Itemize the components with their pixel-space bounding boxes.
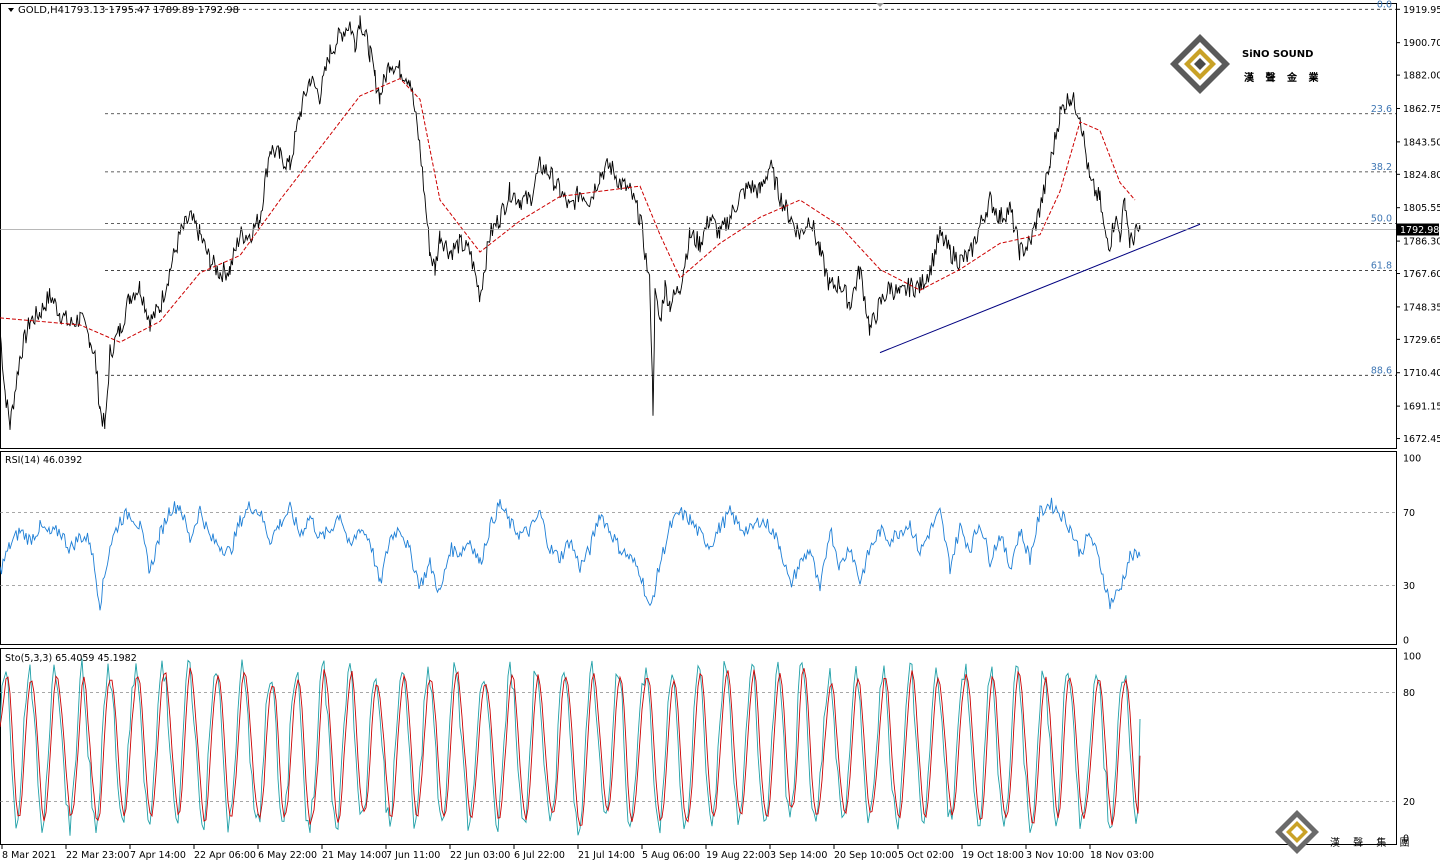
time-tick-label: 3 Sep 14:00 bbox=[770, 850, 827, 861]
fib-level-label: 50.0 bbox=[1371, 213, 1392, 224]
time-tick-label: 21 Jul 14:00 bbox=[578, 850, 635, 861]
watermark-text: 漢 聲 集 團 bbox=[1330, 836, 1415, 849]
stochastic-tick-label: 80 bbox=[1403, 688, 1415, 699]
time-tick-label: 7 Jun 11:00 bbox=[386, 850, 440, 861]
price-tick-label: 1710.40 bbox=[1403, 368, 1440, 379]
ohlc-label: 1793.13 1795.47 1789.89 1792.98 bbox=[64, 5, 239, 16]
stochastic-tick-label: 100 bbox=[1403, 652, 1421, 663]
price-tick-label: 1843.50 bbox=[1403, 137, 1440, 148]
fib-level-label: 0.0 bbox=[1377, 0, 1392, 10]
time-tick-label: 5 Oct 02:00 bbox=[898, 850, 954, 861]
time-tick-label: 3 Nov 10:00 bbox=[1026, 850, 1084, 861]
chart-window: 0.0 23.6 38.2 50.0 61.8 88.6 1919.95 1900.70 18… bbox=[0, 0, 1440, 862]
trendline[interactable] bbox=[879, 223, 1201, 354]
brand-name: SiNO SOUND bbox=[1242, 49, 1313, 60]
stochastic-tick-label: 20 bbox=[1403, 797, 1415, 808]
price-tick-label: 1862.75 bbox=[1403, 104, 1440, 115]
price-tick-label: 1729.65 bbox=[1403, 335, 1440, 346]
last-price-label: 1792.98 bbox=[1400, 225, 1439, 236]
time-tick-label: 6 May 22:00 bbox=[258, 850, 317, 861]
fib-level-label: 38.2 bbox=[1371, 162, 1392, 173]
time-tick-label: 22 Mar 23:00 bbox=[66, 850, 129, 861]
rsi-panel[interactable] bbox=[0, 451, 1397, 645]
time-tick-label: 21 May 14:00 bbox=[322, 850, 387, 861]
stochastic-panel[interactable] bbox=[0, 648, 1397, 845]
moving-average-line[interactable] bbox=[0, 78, 1136, 343]
price-tick-label: 1824.80 bbox=[1403, 170, 1440, 181]
price-tick-label: 1919.95 bbox=[1403, 5, 1440, 16]
price-tick-label: 1672.45 bbox=[1403, 434, 1440, 445]
time-tick-label: 19 Aug 22:00 bbox=[706, 850, 770, 861]
price-series-line[interactable] bbox=[0, 15, 1141, 430]
time-tick-label: 7 Apr 14:00 bbox=[130, 850, 186, 861]
rsi-tick-label: 70 bbox=[1403, 508, 1415, 519]
time-tick-label: 8 Mar 2021 bbox=[2, 850, 56, 861]
chart-header: GOLD,H4 1793.13 1795.47 1789.89 1792.98 bbox=[8, 3, 884, 16]
stochastic-k-line[interactable] bbox=[0, 658, 1141, 836]
time-tick-label: 5 Aug 06:00 bbox=[642, 850, 700, 861]
rsi-line[interactable] bbox=[0, 497, 1141, 611]
time-tick-label: 6 Jul 22:00 bbox=[514, 850, 565, 861]
time-tick-label: 20 Sep 10:00 bbox=[834, 850, 897, 861]
time-tick-label: 19 Oct 18:00 bbox=[962, 850, 1024, 861]
fib-level-label: 61.8 bbox=[1371, 261, 1392, 272]
fib-level-label: 88.6 bbox=[1371, 365, 1392, 376]
fib-level-label: 23.6 bbox=[1371, 104, 1392, 115]
price-tick-label: 1882.00 bbox=[1403, 71, 1440, 82]
chart-canvas[interactable]: 0.0 23.6 38.2 50.0 61.8 88.6 1919.95 1900.70 18… bbox=[0, 0, 1440, 862]
rsi-tick-label: 100 bbox=[1403, 454, 1421, 465]
price-tick-label: 1900.70 bbox=[1403, 38, 1440, 49]
price-tick-label: 1691.15 bbox=[1403, 402, 1440, 413]
stochastic-title: Sto(5,3,3) 65.4059 45.1982 bbox=[5, 653, 137, 664]
shift-marker-icon[interactable] bbox=[876, 3, 884, 7]
symbol-label: GOLD,H4 bbox=[18, 5, 64, 16]
rsi-tick-label: 30 bbox=[1403, 581, 1415, 592]
rsi-tick-label: 0 bbox=[1403, 636, 1409, 647]
brand-logo bbox=[1170, 34, 1230, 94]
time-tick-label: 22 Jun 03:00 bbox=[450, 850, 510, 861]
brand-name-cn: 漢 聲 金 業 bbox=[1244, 71, 1322, 84]
price-tick-label: 1805.55 bbox=[1403, 203, 1440, 214]
price-tick-label: 1748.35 bbox=[1403, 302, 1440, 313]
symbol-dropdown-icon[interactable] bbox=[8, 8, 14, 12]
rsi-title: RSI(14) 46.0392 bbox=[5, 455, 82, 466]
price-tick-label: 1786.30 bbox=[1403, 237, 1440, 248]
watermark-logo bbox=[1275, 810, 1319, 854]
price-tick-label: 1767.60 bbox=[1403, 269, 1440, 280]
time-tick-label: 22 Apr 06:00 bbox=[194, 850, 256, 861]
time-tick-label: 18 Nov 03:00 bbox=[1090, 850, 1154, 861]
